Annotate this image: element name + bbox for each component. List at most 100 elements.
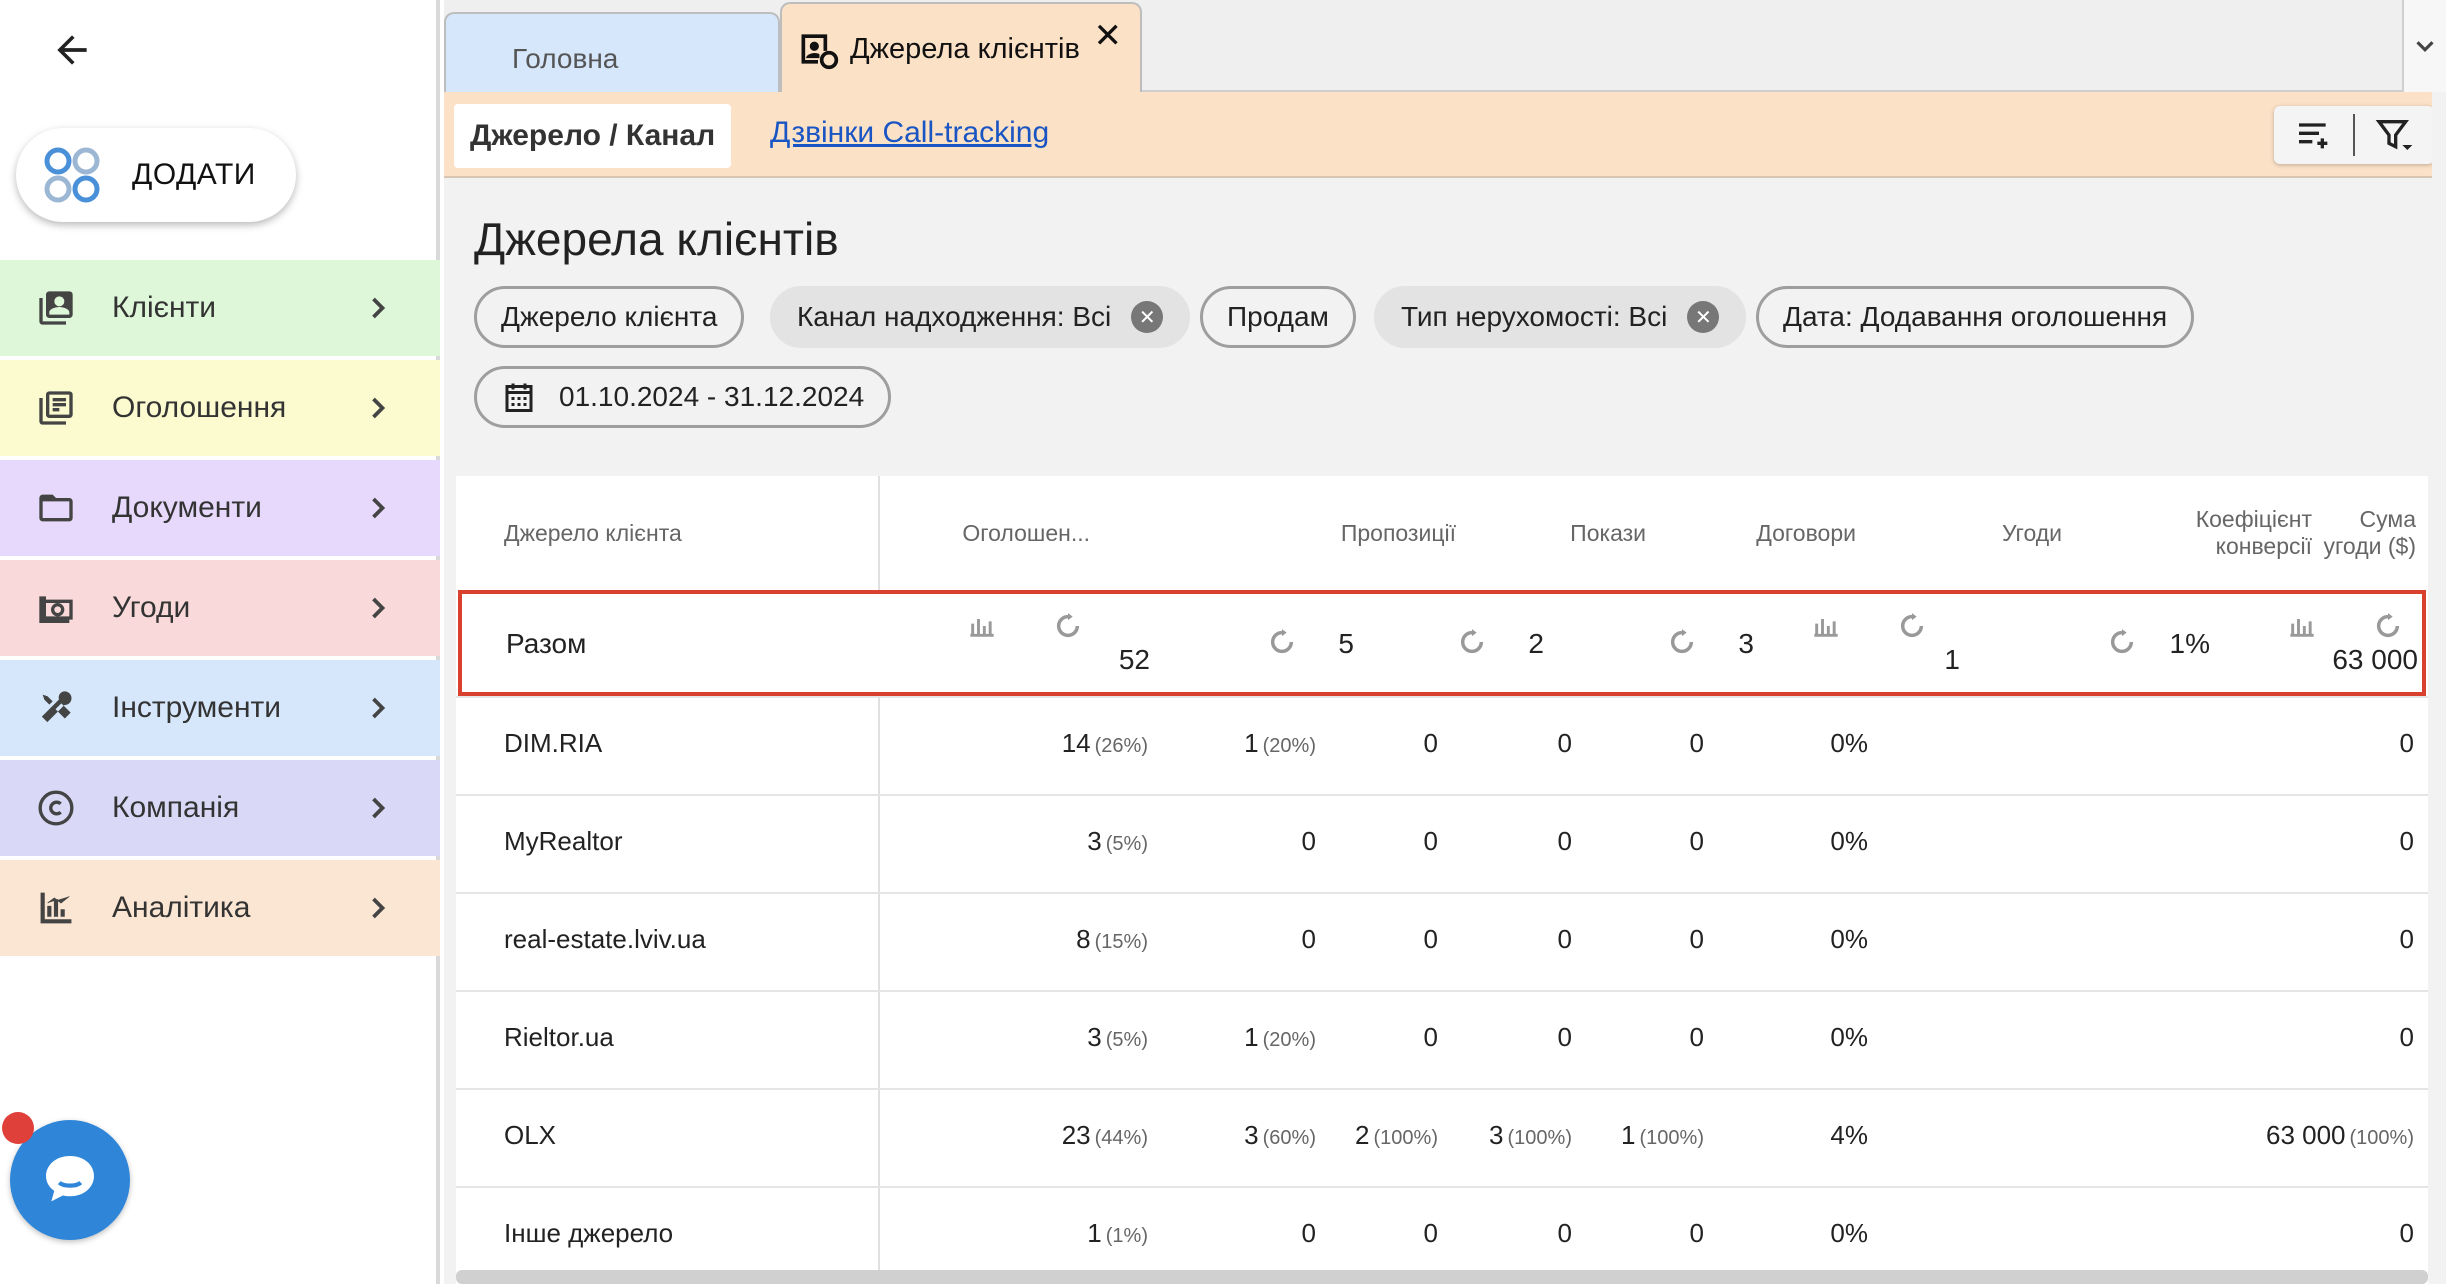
refresh-icon[interactable] — [1268, 628, 1296, 656]
refresh-icon[interactable] — [1054, 612, 1082, 640]
filter-chip-channel[interactable]: Канал надходження: Всі ✕ — [770, 286, 1191, 348]
table-row[interactable]: DIM.RIA 14 (26%) 1 (20%) 0 0 0 0% 0 — [456, 698, 2428, 796]
row-offers-percent: (20%) — [1262, 735, 1316, 757]
sidebar-item-tools[interactable]: Інструменти — [0, 660, 440, 756]
sidebar-item-label: Клієнти — [112, 291, 217, 324]
row-contracts-value: 0 — [1557, 1218, 1572, 1248]
col-header-sum-line2: угоди ($) — [2323, 533, 2416, 559]
tab-bar: Головна Джерела клієнтів ✕ — [444, 0, 2446, 94]
row-sum: 0 — [2400, 1218, 2414, 1249]
col-header-shows[interactable]: Покази — [1456, 476, 1646, 590]
clear-icon[interactable]: ✕ — [1131, 301, 1164, 333]
refresh-icon[interactable] — [2374, 612, 2402, 640]
tab-client-sources[interactable]: Джерела клієнтів ✕ — [780, 2, 1142, 94]
filter-chip-label: Дата: Додавання оголошення — [1783, 301, 2168, 332]
chart-icon[interactable] — [968, 612, 996, 640]
refresh-icon[interactable] — [1458, 628, 1486, 656]
col-header-sum[interactable]: Сума угоди ($) — [2312, 476, 2416, 590]
notification-dot — [2, 1112, 34, 1144]
table-row[interactable]: MyRealtor 3 (5%) 0 0 0 0 0% 0 — [456, 796, 2428, 894]
refresh-icon[interactable] — [1898, 612, 1926, 640]
chevron-right-icon — [372, 797, 386, 819]
tabs-dropdown-button[interactable] — [2402, 0, 2446, 92]
row-sum-percent: (100%) — [2349, 1127, 2414, 1149]
col-header-contracts[interactable]: Договори — [1646, 476, 1856, 590]
row-deals-value: 0 — [1689, 1022, 1704, 1052]
table-row[interactable]: Rieltor.ua 3 (5%) 1 (20%) 0 0 0 0% 0 — [456, 992, 2428, 1090]
sidebar-item-clients[interactable]: Клієнти — [0, 260, 440, 356]
row-conversion: 0% — [1830, 1022, 1868, 1053]
horizontal-scrollbar[interactable] — [456, 1270, 2428, 1284]
row-shows: 2 (100%) — [1355, 1120, 1438, 1151]
refresh-icon[interactable] — [1668, 628, 1696, 656]
filter-menu-button[interactable] — [2355, 106, 2434, 164]
row-listings-percent: (5%) — [1105, 1029, 1148, 1051]
subtab-call-tracking[interactable]: Дзвінки Call-tracking — [770, 116, 1049, 150]
filter-icon — [2376, 120, 2413, 150]
filter-chip-source[interactable]: Джерело клієнта — [474, 286, 745, 348]
row-sum-value: 0 — [2399, 1022, 2414, 1052]
col-header-deals[interactable]: Угоди — [1856, 476, 2062, 590]
brand-logo-icon — [44, 147, 100, 203]
vertical-scrollbar[interactable] — [2432, 92, 2446, 1284]
refresh-icon[interactable] — [2108, 628, 2136, 656]
row-contracts: 0 — [1558, 924, 1572, 955]
chevron-right-icon — [372, 697, 386, 719]
sidebar-item-label: Компанія — [112, 791, 240, 824]
row-offers-percent: (60%) — [1262, 1127, 1316, 1149]
row-deals: 0 — [1690, 1218, 1704, 1249]
col-header-source[interactable]: Джерело клієнта — [504, 476, 682, 590]
row-contracts: 0 — [1558, 1022, 1572, 1053]
col-header-offers[interactable]: Пропозиції — [1200, 476, 1456, 590]
row-offers-value: 0 — [1301, 1218, 1316, 1248]
close-icon[interactable]: ✕ — [1094, 16, 1123, 56]
row-shows: 0 — [1424, 826, 1438, 857]
back-button[interactable] — [44, 22, 100, 78]
sidebar-item-documents[interactable]: Документи — [0, 460, 440, 556]
row-source: Rieltor.ua — [504, 1022, 614, 1052]
tab-home[interactable]: Головна — [444, 12, 780, 92]
sidebar-item-listings[interactable]: Оголошення — [0, 360, 440, 456]
sources-table: Джерело клієнта Оголошен... Пропозиції П… — [456, 476, 2428, 1284]
row-offers: 0 — [1302, 826, 1316, 857]
money-icon — [39, 596, 73, 623]
col-header-sum-line1: Сума — [2359, 506, 2416, 532]
total-label: Разом — [506, 628, 587, 659]
col-header-listings[interactable]: Оголошен... — [950, 476, 1200, 590]
filter-chip-deal-type[interactable]: Продам — [1200, 286, 1356, 348]
sidebar-item-deals[interactable]: Угоди — [0, 560, 440, 656]
row-shows: 0 — [1424, 1022, 1438, 1053]
sidebar-item-company[interactable]: Компанія — [0, 760, 440, 856]
row-offers-value: 3 — [1244, 1120, 1259, 1150]
clear-icon[interactable]: ✕ — [1687, 301, 1720, 333]
subtab-source-channel[interactable]: Джерело / Канал — [454, 104, 732, 168]
row-contracts: 3 (100%) — [1489, 1120, 1572, 1151]
row-listings: 14 (26%) — [1062, 728, 1148, 759]
table-row[interactable]: OLX 23 (44%) 3 (60%) 2 (100%) 3 (100%) 1 (100%) 4% 6… — [456, 1090, 2428, 1188]
sidebar: ДОДАТИ Клієнти Оголошення Документи Угод… — [0, 0, 440, 1284]
row-listings: 3 (5%) — [1087, 1022, 1148, 1053]
filter-chip-date-range[interactable]: 01.10.2024 - 31.12.2024 — [474, 366, 892, 428]
add-filter-button[interactable] — [2274, 106, 2353, 164]
col-header-conversion[interactable]: Коефіцієнт конверсії — [2062, 476, 2312, 590]
sidebar-item-analytics[interactable]: Аналітика — [0, 860, 440, 956]
filter-chip-date-type[interactable]: Дата: Додавання оголошення — [1756, 286, 2195, 348]
row-deals-value: 0 — [1689, 924, 1704, 954]
chart-icon[interactable] — [1812, 612, 1840, 640]
row-shows: 0 — [1424, 1218, 1438, 1249]
table-row[interactable]: real-estate.lviv.ua 8 (15%) 0 0 0 0 0% 0 — [456, 894, 2428, 992]
row-shows: 0 — [1424, 924, 1438, 955]
tab-home-label: Головна — [512, 43, 619, 74]
row-conversion: 0% — [1830, 826, 1868, 857]
add-button[interactable]: ДОДАТИ — [16, 128, 296, 222]
row-contracts: 0 — [1558, 1218, 1572, 1249]
filter-chip-property-type[interactable]: Тип нерухомості: Всі ✕ — [1374, 286, 1747, 348]
row-sum: 0 — [2400, 924, 2414, 955]
copyright-icon — [38, 790, 74, 826]
chart-icon[interactable] — [2288, 612, 2316, 640]
row-shows-percent: (100%) — [1373, 1127, 1438, 1149]
row-sum-value: 0 — [2399, 924, 2414, 954]
total-deals: 1 — [1944, 644, 1960, 675]
row-deals-percent: (100%) — [1639, 1127, 1704, 1149]
row-listings: 8 (15%) — [1076, 924, 1148, 955]
